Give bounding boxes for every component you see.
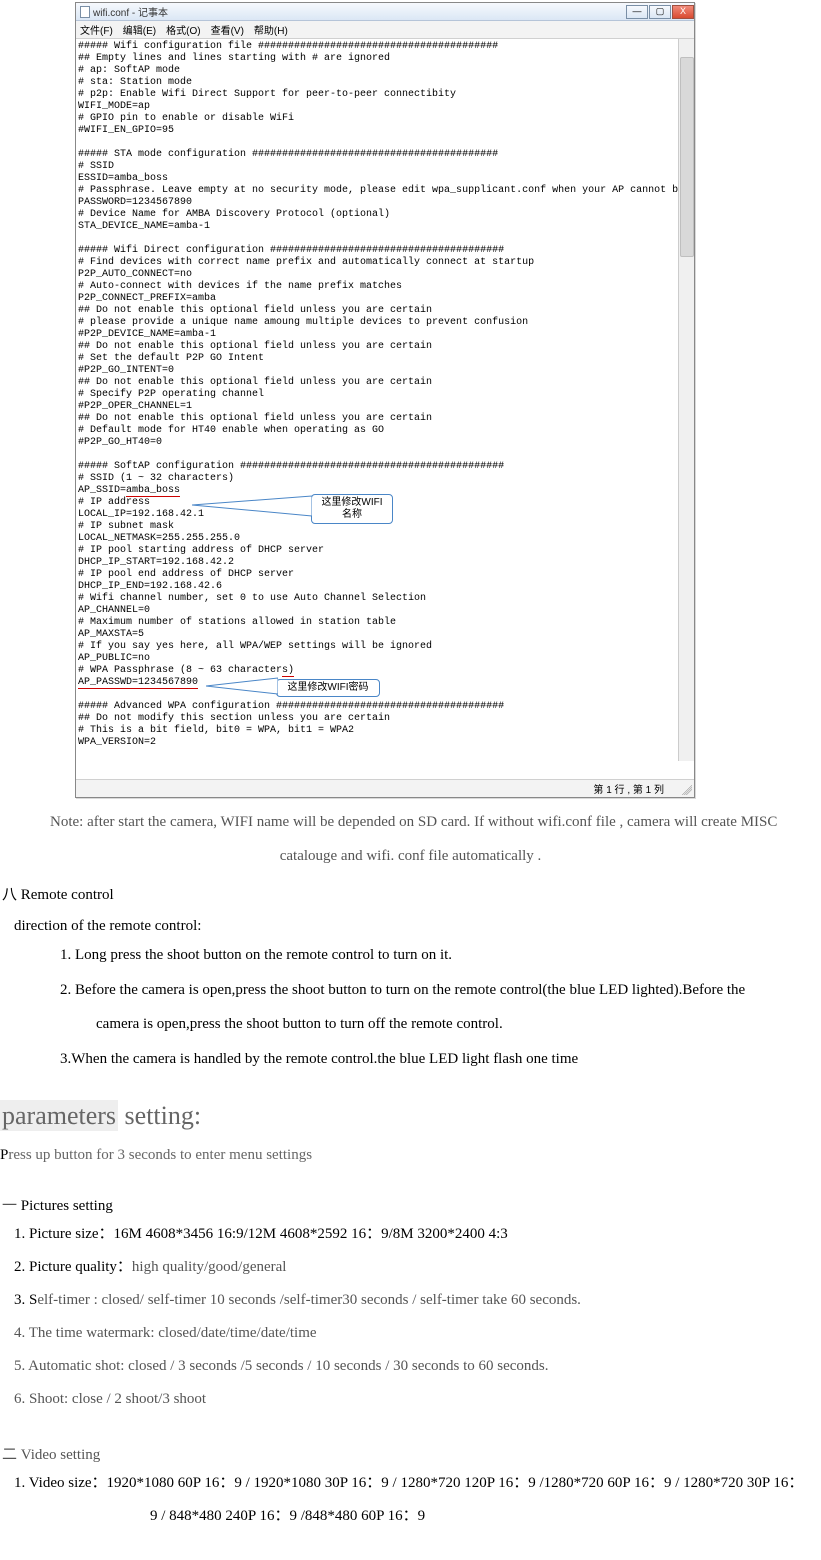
minimize-button[interactable]: — xyxy=(626,5,648,19)
video-size-line1: 1. Video size：1920*1080 60P 16：9 / 1920*… xyxy=(14,1470,821,1497)
remote-step-2a: 2. Before the camera is open,press the s… xyxy=(60,976,781,1005)
parameters-heading-highlight: parameters xyxy=(0,1100,118,1131)
menu-edit[interactable]: 编辑(E) xyxy=(123,22,156,37)
status-bar: 第 1 行 , 第 1 列 xyxy=(76,779,694,797)
callout-arrow-2 xyxy=(206,675,278,697)
picture-quality: 2. Picture quality：high quality/good/gen… xyxy=(14,1254,821,1281)
close-button[interactable]: X xyxy=(672,5,694,19)
titlebar[interactable]: wifi.conf - 记事本 — ▢ X xyxy=(76,3,694,21)
parameters-heading: parameters setting: xyxy=(0,1101,821,1131)
section-pictures-setting: 一 Pictures setting xyxy=(2,1194,821,1215)
note-text-1: Note: after start the camera, WIFI name … xyxy=(40,810,781,836)
video-size-line2: 9 / 848*480 240P 16：9 /848*480 60P 16：9 xyxy=(150,1503,821,1530)
self-timer: 3. Self-timer : closed/ self-timer 10 se… xyxy=(14,1287,821,1314)
document-icon xyxy=(80,6,90,18)
parameters-heading-rest: setting: xyxy=(118,1101,201,1130)
menu-file[interactable]: 文件(F) xyxy=(80,22,113,37)
window-title: wifi.conf - 记事本 xyxy=(93,4,168,19)
remote-step-1: 1. Long press the shoot button on the re… xyxy=(60,941,781,970)
callout-arrow-1 xyxy=(192,491,312,521)
remote-step-3: 3.When the camera is handled by the remo… xyxy=(60,1045,781,1074)
vertical-scrollbar[interactable] xyxy=(678,39,694,761)
press-up-instruction: PPress up button for 3 seconds to enter … xyxy=(0,1147,821,1164)
section-video-setting: 二 Video setting xyxy=(2,1443,821,1464)
scroll-thumb[interactable] xyxy=(680,57,694,257)
automatic-shot: 5. Automatic shot: closed / 3 seconds /5… xyxy=(14,1353,821,1380)
menu-format[interactable]: 格式(O) xyxy=(166,22,200,37)
status-caret-position: 第 1 行 , 第 1 列 xyxy=(593,781,664,796)
editor-area[interactable]: ##### Wifi configuration file ##########… xyxy=(76,39,694,779)
callout-wifi-password: 这里修改WIFI密码 xyxy=(276,679,380,697)
note-text-2: catalouge and wifi. conf file automatica… xyxy=(40,844,781,870)
menu-view[interactable]: 查看(V) xyxy=(211,22,244,37)
notepad-window: wifi.conf - 记事本 — ▢ X 文件(F) 编辑(E) 格式(O) … xyxy=(75,2,695,798)
section-remote-control: 八 Remote control xyxy=(2,883,821,904)
menu-help[interactable]: 帮助(H) xyxy=(254,22,288,37)
shoot: 6. Shoot: close / 2 shoot/3 shoot xyxy=(14,1386,821,1413)
document-body: Note: after start the camera, WIFI name … xyxy=(0,810,821,1560)
time-watermark: 4. The time watermark: closed/date/time/… xyxy=(14,1320,821,1347)
callout-wifi-name: 这里修改WIFI名称 xyxy=(311,494,393,524)
remote-step-2b: camera is open,press the shoot button to… xyxy=(96,1010,781,1039)
maximize-button[interactable]: ▢ xyxy=(649,5,671,19)
menu-bar: 文件(F) 编辑(E) 格式(O) 查看(V) 帮助(H) xyxy=(76,21,694,39)
remote-direction-label: direction of the remote control: xyxy=(14,918,821,935)
picture-size: 1. Picture size：16M 4608*3456 16:9/12M 4… xyxy=(14,1221,821,1248)
resize-grip-icon[interactable] xyxy=(682,785,692,795)
